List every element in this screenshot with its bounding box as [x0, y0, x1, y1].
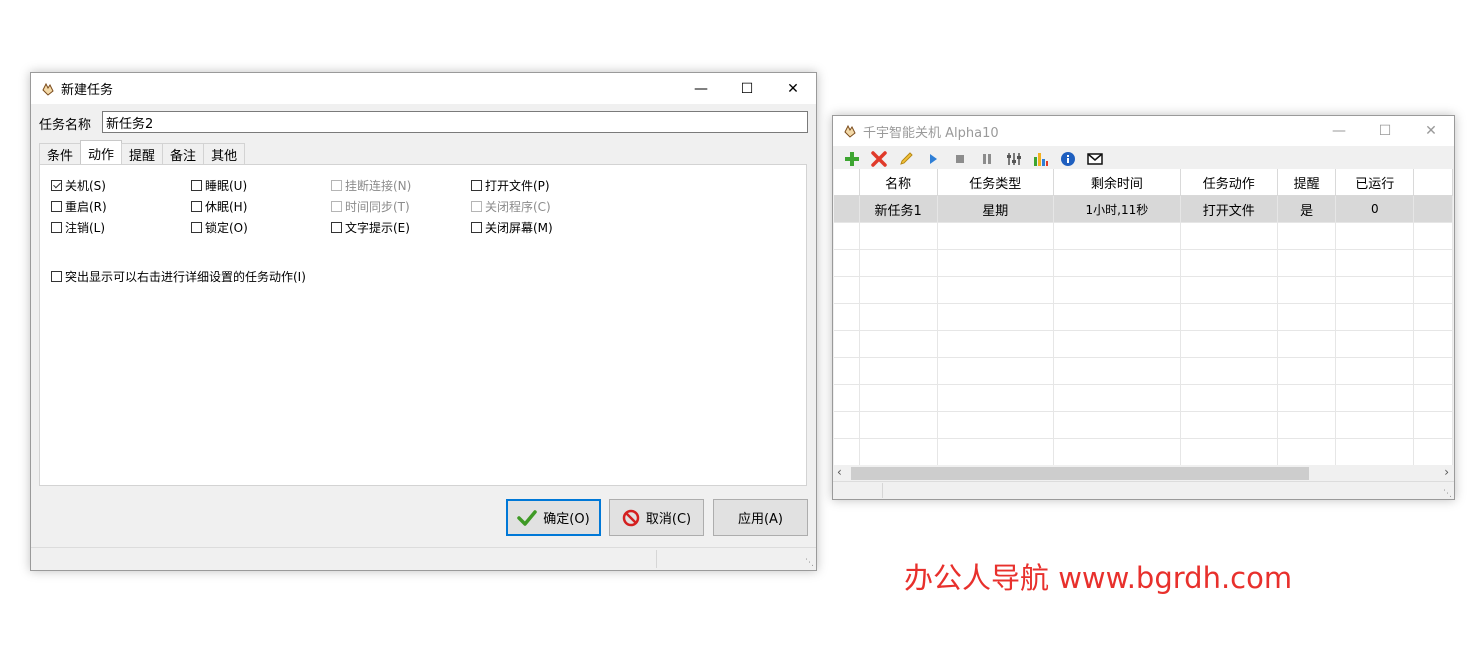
add-icon[interactable] [838, 148, 865, 170]
column-header-remind[interactable]: 提醒 [1277, 169, 1337, 196]
empty-row [834, 357, 1453, 385]
empty-row [834, 222, 1453, 250]
task-table: 名称 任务类型 剩余时间 任务动作 提醒 已运行 新任务1 星期 1小时,11秒… [834, 169, 1453, 465]
resize-grip-icon[interactable]: ⋱ [805, 558, 814, 568]
maximize-button[interactable]: ☐ [724, 73, 770, 104]
main-titlebar: 千宇智能关机 Alpha10 — ☐ ✕ [833, 116, 1454, 146]
column-header-type[interactable]: 任务类型 [937, 169, 1055, 196]
checkbox-checked-icon [51, 180, 62, 191]
chart-icon[interactable] [1027, 148, 1054, 170]
empty-row [834, 249, 1453, 277]
dialog-statusbar: ⋱ [31, 547, 816, 570]
main-window: 千宇智能关机 Alpha10 — ☐ ✕ 名称 任务类型 剩余时间 任务动作 提… [832, 115, 1455, 500]
close-button[interactable]: ✕ [1408, 116, 1454, 146]
ok-button[interactable]: 确定(O) [506, 499, 601, 536]
tab-other[interactable]: 其他 [203, 143, 246, 165]
prohibit-icon [622, 509, 640, 527]
cell-ran: 0 [1335, 195, 1415, 223]
cell-remaining: 1小时,11秒 [1053, 195, 1181, 223]
tools-icon[interactable] [1000, 148, 1027, 170]
open-file-checkbox[interactable]: 打开文件(P) [471, 177, 550, 194]
empty-row [834, 330, 1453, 358]
dialog-tabs: 条件 动作 提醒 备注 其他 [39, 140, 246, 165]
task-name-label: 任务名称 [39, 118, 92, 133]
edit-icon[interactable] [892, 148, 919, 170]
main-statusbar: ⋱ [833, 481, 1454, 499]
app-hand-icon [39, 80, 57, 98]
task-name-input[interactable] [102, 111, 808, 133]
scroll-left-icon[interactable]: ‹ [837, 465, 842, 479]
close-screen-checkbox[interactable]: 关闭屏幕(M) [471, 219, 553, 236]
pause-icon[interactable] [973, 148, 1000, 170]
column-header-action[interactable]: 任务动作 [1180, 169, 1278, 196]
tab-conditions[interactable]: 条件 [39, 143, 82, 165]
info-icon[interactable] [1054, 148, 1081, 170]
checkmark-icon [517, 509, 538, 526]
hibernate-checkbox[interactable]: 休眠(H) [191, 198, 247, 215]
scroll-right-icon[interactable]: › [1444, 465, 1449, 479]
row-header-corner [834, 169, 860, 196]
logoff-checkbox[interactable]: 注销(L) [51, 219, 105, 236]
status-divider [882, 483, 883, 498]
dialog-title: 新建任务 [61, 83, 114, 98]
cell-name: 新任务1 [859, 195, 938, 223]
restart-checkbox[interactable]: 重启(R) [51, 198, 107, 215]
column-header-remaining[interactable]: 剩余时间 [1053, 169, 1181, 196]
task-grid-area: 名称 任务类型 剩余时间 任务动作 提醒 已运行 新任务1 星期 1小时,11秒… [834, 169, 1453, 465]
empty-row [834, 411, 1453, 439]
highlight-actions-checkbox[interactable]: 突出显示可以右击进行详细设置的任务动作(I) [51, 268, 306, 285]
minimize-button[interactable]: — [678, 73, 724, 104]
hangup-checkbox: 挂断连接(N) [331, 177, 411, 194]
new-task-dialog: 新建任务 — ☐ ✕ 任务名称 条件 动作 提醒 备注 其他 关机(S) 睡眠(… [30, 72, 817, 571]
tab-actions[interactable]: 动作 [80, 140, 123, 165]
mail-icon[interactable] [1081, 148, 1108, 170]
close-button[interactable]: ✕ [770, 73, 816, 104]
watermark-text: 办公人导航 www.bgrdh.com [904, 561, 1293, 595]
tab-notes[interactable]: 备注 [162, 143, 205, 165]
text-prompt-checkbox[interactable]: 文字提示(E) [331, 219, 410, 236]
column-header-filler [1413, 169, 1453, 196]
apply-button[interactable]: 应用(A) [713, 499, 808, 536]
scroll-thumb[interactable] [851, 467, 1309, 480]
row-header [834, 195, 860, 223]
empty-row [834, 384, 1453, 412]
stop-icon[interactable] [946, 148, 973, 170]
resize-grip-icon[interactable]: ⋱ [1443, 489, 1452, 499]
cell-action: 打开文件 [1180, 195, 1278, 223]
time-sync-checkbox: 时间同步(T) [331, 198, 410, 215]
close-program-checkbox: 关闭程序(C) [471, 198, 551, 215]
tab-reminder[interactable]: 提醒 [121, 143, 164, 165]
play-icon[interactable] [919, 148, 946, 170]
table-row[interactable]: 新任务1 星期 1小时,11秒 打开文件 是 0 [834, 195, 1453, 223]
cell-remind: 是 [1277, 195, 1337, 223]
horizontal-scrollbar[interactable]: ‹ › [834, 465, 1453, 482]
column-header-ran[interactable]: 已运行 [1335, 169, 1415, 196]
cell-type: 星期 [937, 195, 1055, 223]
empty-row [834, 276, 1453, 304]
empty-row [834, 438, 1453, 465]
cancel-button[interactable]: 取消(C) [609, 499, 704, 536]
dialog-titlebar: 新建任务 — ☐ ✕ [31, 73, 816, 104]
minimize-button[interactable]: — [1316, 116, 1362, 146]
empty-row [834, 303, 1453, 331]
shutdown-checkbox[interactable]: 关机(S) [51, 177, 106, 194]
app-hand-icon [841, 122, 859, 140]
maximize-button[interactable]: ☐ [1362, 116, 1408, 146]
sleep-checkbox[interactable]: 睡眠(U) [191, 177, 247, 194]
actions-panel: 关机(S) 睡眠(U) 挂断连接(N) 打开文件(P) 重启(R) 休眠(H) … [39, 164, 807, 486]
main-toolbar [833, 147, 1454, 170]
status-divider [656, 550, 657, 568]
column-header-name[interactable]: 名称 [859, 169, 938, 196]
table-header: 名称 任务类型 剩余时间 任务动作 提醒 已运行 [834, 169, 1453, 196]
lock-checkbox[interactable]: 锁定(O) [191, 219, 248, 236]
delete-icon[interactable] [865, 148, 892, 170]
main-title: 千宇智能关机 Alpha10 [863, 125, 999, 141]
